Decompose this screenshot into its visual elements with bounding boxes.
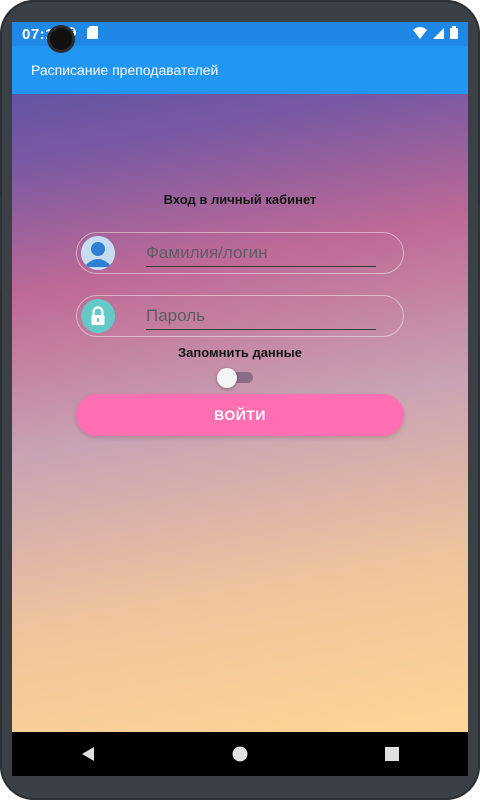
status-bar: 07:1 bbox=[12, 22, 468, 46]
navigation-bar bbox=[12, 732, 468, 776]
login-title: Вход в личный кабинет bbox=[163, 192, 317, 207]
password-field bbox=[76, 295, 404, 337]
phone-frame: 07:1 Расписание преподавателей Вход в ли… bbox=[0, 0, 480, 800]
lock-icon bbox=[81, 299, 115, 333]
remember-label: Запомнить данные bbox=[178, 345, 302, 360]
login-input[interactable] bbox=[146, 239, 376, 267]
signal-icon bbox=[433, 26, 444, 43]
screen: 07:1 Расписание преподавателей Вход в ли… bbox=[12, 22, 468, 732]
login-field bbox=[76, 232, 404, 274]
toggle-thumb bbox=[217, 368, 237, 388]
phone-side-button-left bbox=[0, 195, 2, 290]
app-title: Расписание преподавателей bbox=[31, 62, 219, 78]
login-button[interactable]: ВОЙТИ bbox=[76, 394, 404, 436]
wifi-icon bbox=[413, 26, 427, 43]
remember-toggle[interactable] bbox=[217, 368, 257, 388]
front-camera bbox=[50, 28, 72, 50]
recents-icon[interactable] bbox=[372, 734, 412, 774]
home-icon[interactable] bbox=[220, 734, 260, 774]
status-right-icons bbox=[413, 25, 458, 43]
back-icon[interactable] bbox=[68, 734, 108, 774]
battery-icon bbox=[450, 25, 458, 43]
app-bar: Расписание преподавателей bbox=[12, 46, 468, 94]
sd-card-icon bbox=[87, 25, 99, 43]
password-input[interactable] bbox=[146, 302, 376, 330]
user-avatar-icon bbox=[81, 236, 115, 270]
